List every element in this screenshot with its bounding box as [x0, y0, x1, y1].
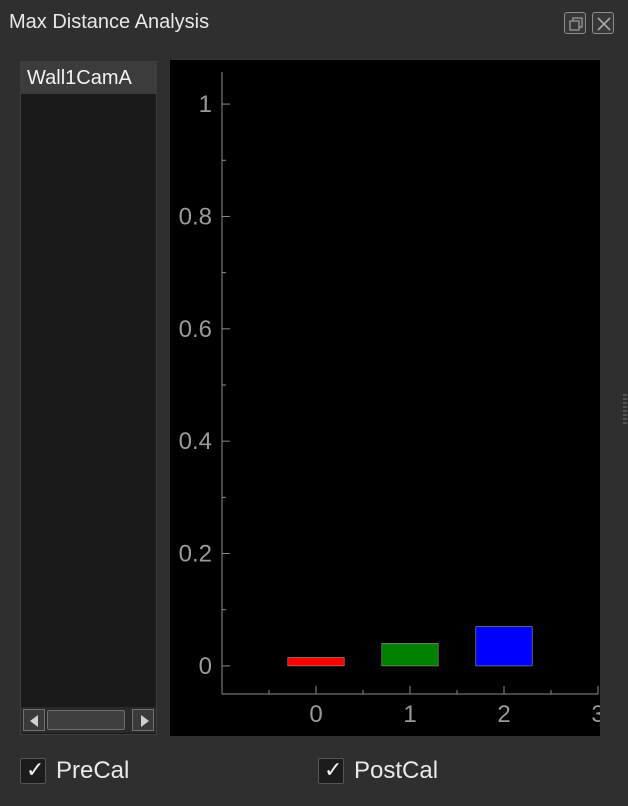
y-tick-label: 0	[199, 653, 212, 680]
triangle-left-icon	[30, 715, 38, 727]
triangle-right-icon	[141, 715, 149, 727]
chart-canvas: 0 0.2 0.4 0.6 0.8 1 0 1 2 3	[179, 72, 600, 728]
scroll-right-button[interactable]	[132, 709, 154, 731]
camera-list-item[interactable]: Wall1CamA	[21, 62, 156, 94]
x-tick-label: 1	[403, 701, 416, 728]
y-tick-label: 1	[199, 91, 212, 118]
checkmark-icon: ✓	[324, 758, 343, 783]
bar-2	[475, 626, 533, 667]
resize-grip-icon[interactable]	[622, 393, 628, 429]
x-tick-label: 0	[309, 701, 322, 728]
x-tick-label: 2	[497, 701, 510, 728]
float-window-icon	[569, 17, 583, 31]
camera-list[interactable]: Wall1CamA	[20, 61, 157, 735]
postcal-checkbox[interactable]: ✓	[318, 758, 344, 784]
y-tick-label: 0.8	[179, 203, 212, 230]
max-distance-analysis-window: Max Distance Analysis Wall1CamA 0 0.2 0.…	[0, 0, 628, 806]
title-bar: Max Distance Analysis	[0, 0, 628, 46]
bar-0	[287, 657, 345, 667]
postcal-label[interactable]: PostCal	[354, 756, 438, 786]
precal-label[interactable]: PreCal	[56, 756, 129, 786]
y-tick-label: 0.6	[179, 316, 212, 343]
close-icon	[597, 17, 611, 31]
checkmark-icon: ✓	[26, 758, 45, 783]
precal-checkbox[interactable]: ✓	[20, 758, 46, 784]
float-window-button[interactable]	[564, 12, 586, 34]
scrollbar-thumb[interactable]	[47, 710, 125, 730]
window-title: Max Distance Analysis	[9, 11, 210, 33]
y-tick-label: 0.2	[179, 541, 212, 568]
y-tick-label: 0.4	[179, 428, 212, 455]
horizontal-scrollbar[interactable]	[21, 707, 156, 733]
scroll-left-button[interactable]	[23, 709, 45, 731]
max-distance-chart: 0 0.2 0.4 0.6 0.8 1 0 1 2 3	[170, 60, 600, 736]
x-tick-label: 3	[591, 701, 600, 728]
bar-1	[381, 643, 439, 667]
close-window-button[interactable]	[592, 12, 614, 34]
